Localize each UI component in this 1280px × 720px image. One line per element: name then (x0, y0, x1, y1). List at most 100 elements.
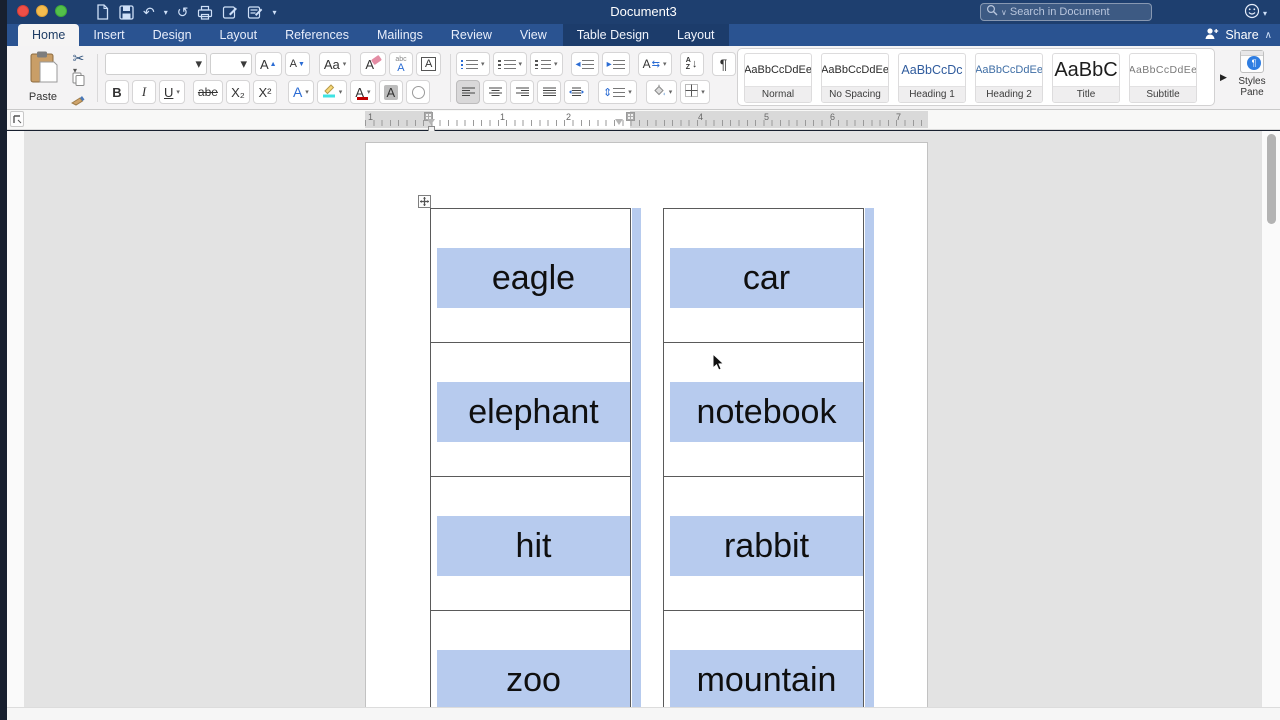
shading-button[interactable]: ▾ (646, 80, 678, 104)
show-paragraph-marks-button[interactable]: ¶ (712, 52, 736, 76)
style-heading-1[interactable]: AaBbCcDc Heading 1 (898, 53, 966, 103)
bold-button[interactable]: B (105, 80, 129, 104)
highlighted-word[interactable]: elephant (437, 382, 630, 442)
sort-button[interactable]: AZ↓ (680, 52, 704, 76)
redo-icon[interactable]: ↺ (177, 3, 189, 21)
styles-gallery-expand-icon[interactable]: ▶ (1220, 72, 1227, 83)
decrease-indent-button[interactable]: ◂ (571, 52, 599, 76)
tab-home[interactable]: Home (18, 24, 79, 46)
table-cell[interactable]: notebook (664, 343, 863, 477)
format-painter-icon[interactable] (71, 94, 86, 110)
styles-pane-button[interactable]: ¶ Styles Pane (1229, 50, 1275, 98)
style-no-spacing[interactable]: AaBbCcDdEe No Spacing (821, 53, 889, 103)
table-cell[interactable]: mountain (664, 611, 863, 707)
numbered-list-icon (498, 60, 501, 69)
first-line-indent-marker[interactable] (427, 119, 435, 125)
character-border-button[interactable]: A (416, 52, 441, 76)
tab-table-layout[interactable]: Layout (663, 24, 729, 46)
table-column-marker[interactable] (626, 112, 635, 121)
font-size-select[interactable]: ▾ (210, 53, 252, 75)
line-spacing-button[interactable]: ⇕▾ (598, 80, 637, 104)
undo-icon[interactable]: ↶ (143, 3, 155, 21)
multilevel-list-button[interactable]: ▾ (530, 52, 563, 76)
tab-table-design[interactable]: Table Design (563, 24, 663, 46)
highlighted-word[interactable]: notebook (670, 382, 863, 442)
change-case-button[interactable]: Aa▾ (319, 52, 351, 76)
search-input[interactable]: ∨ Search in Document (980, 3, 1152, 21)
share-button[interactable]: Share (1225, 28, 1258, 42)
tab-stop-selector[interactable] (10, 111, 24, 127)
italic-button[interactable]: I (132, 80, 156, 104)
phonetic-guide-button[interactable]: abcA (389, 52, 413, 76)
table-cell[interactable]: elephant (431, 343, 630, 477)
copy-icon[interactable] (72, 72, 85, 89)
collapse-ribbon-icon[interactable]: ∧ (1265, 30, 1272, 41)
table-cell[interactable]: rabbit (664, 477, 863, 611)
style-subtitle[interactable]: AaBbCcDdEe Subtitle (1129, 53, 1197, 103)
align-right-button[interactable] (510, 80, 534, 104)
styles-pane-label-1: Styles (1229, 76, 1275, 87)
increase-indent-button[interactable]: ▸ (602, 52, 630, 76)
undo-menu-caret-icon[interactable]: ▾ (164, 8, 168, 17)
text-direction-button[interactable]: A⇆▾ (638, 52, 672, 76)
enclose-characters-button[interactable] (406, 80, 430, 104)
superscript-button[interactable]: X² (253, 80, 277, 104)
table-cell[interactable]: car (664, 209, 863, 343)
highlighted-word[interactable]: car (670, 248, 863, 308)
tab-design[interactable]: Design (139, 24, 206, 46)
feedback-control[interactable]: ▾ (1244, 3, 1267, 24)
subscript-button[interactable]: X₂ (226, 80, 250, 104)
style-heading-2[interactable]: AaBbCcDdEe Heading 2 (975, 53, 1043, 103)
paste-clipboard-icon (26, 74, 60, 89)
table-cell[interactable]: eagle (431, 209, 630, 343)
edit-document-icon[interactable] (222, 5, 238, 20)
borders-button[interactable]: ▾ (680, 80, 710, 104)
cut-icon[interactable]: ✂ (73, 50, 85, 67)
font-color-button[interactable]: A▾ (350, 80, 375, 104)
new-document-icon[interactable] (95, 4, 110, 20)
strikethrough-button[interactable]: abe (193, 80, 223, 104)
align-left-button[interactable] (456, 80, 480, 104)
save-icon[interactable] (119, 5, 134, 20)
underline-button[interactable]: U▾ (159, 80, 185, 104)
styles-pane-icon: ¶ (1240, 50, 1264, 73)
clear-formatting-button[interactable]: A (360, 52, 386, 76)
table-cell[interactable]: zoo (431, 611, 630, 707)
vertical-scrollbar-thumb[interactable] (1267, 134, 1276, 224)
highlight-button[interactable]: ▾ (317, 80, 348, 104)
text-effects-button[interactable]: A▾ (288, 80, 314, 104)
tab-mailings[interactable]: Mailings (363, 24, 437, 46)
character-shading-button[interactable]: A (379, 80, 404, 104)
numbered-list-button[interactable]: ▾ (493, 52, 528, 76)
document-area[interactable]: eagle elephant hit zoo car notebook rabb… (7, 131, 1280, 707)
search-scope-caret-icon[interactable]: ∨ (1001, 8, 1007, 17)
font-name-select[interactable]: ▾ (105, 53, 207, 75)
distribute-text-button[interactable] (564, 80, 589, 104)
shrink-font-button[interactable]: A▼ (285, 52, 310, 76)
grow-font-button[interactable]: A▲ (255, 52, 282, 76)
table-cell[interactable]: hit (431, 477, 630, 611)
bullet-list-button[interactable]: ▾ (456, 52, 490, 76)
edit-list-icon[interactable] (247, 5, 263, 20)
right-indent-marker[interactable] (615, 119, 623, 125)
tab-layout[interactable]: Layout (206, 24, 272, 46)
highlighted-word[interactable]: rabbit (670, 516, 863, 576)
tab-view[interactable]: View (506, 24, 561, 46)
highlighted-word[interactable]: hit (437, 516, 630, 576)
style-normal[interactable]: AaBbCcDdEe Normal (744, 53, 812, 103)
highlighted-word[interactable]: eagle (437, 248, 630, 308)
style-title[interactable]: AaBbC Title (1052, 53, 1120, 103)
tab-insert[interactable]: Insert (79, 24, 138, 46)
qat-overflow-caret-icon[interactable]: ▾ (272, 8, 276, 17)
tab-references[interactable]: References (271, 24, 363, 46)
highlighted-word[interactable]: zoo (437, 650, 630, 707)
paste-button[interactable]: ▾ Paste (15, 50, 71, 103)
table-move-handle[interactable] (418, 195, 431, 208)
highlighted-word[interactable]: mountain (670, 650, 863, 707)
horizontal-ruler[interactable]: 1 1 2 4 5 6 7 (7, 110, 1280, 130)
tab-review[interactable]: Review (437, 24, 506, 46)
print-icon[interactable] (197, 5, 213, 20)
vertical-scrollbar[interactable] (1261, 131, 1280, 707)
align-center-button[interactable] (483, 80, 507, 104)
justify-button[interactable] (537, 80, 561, 104)
